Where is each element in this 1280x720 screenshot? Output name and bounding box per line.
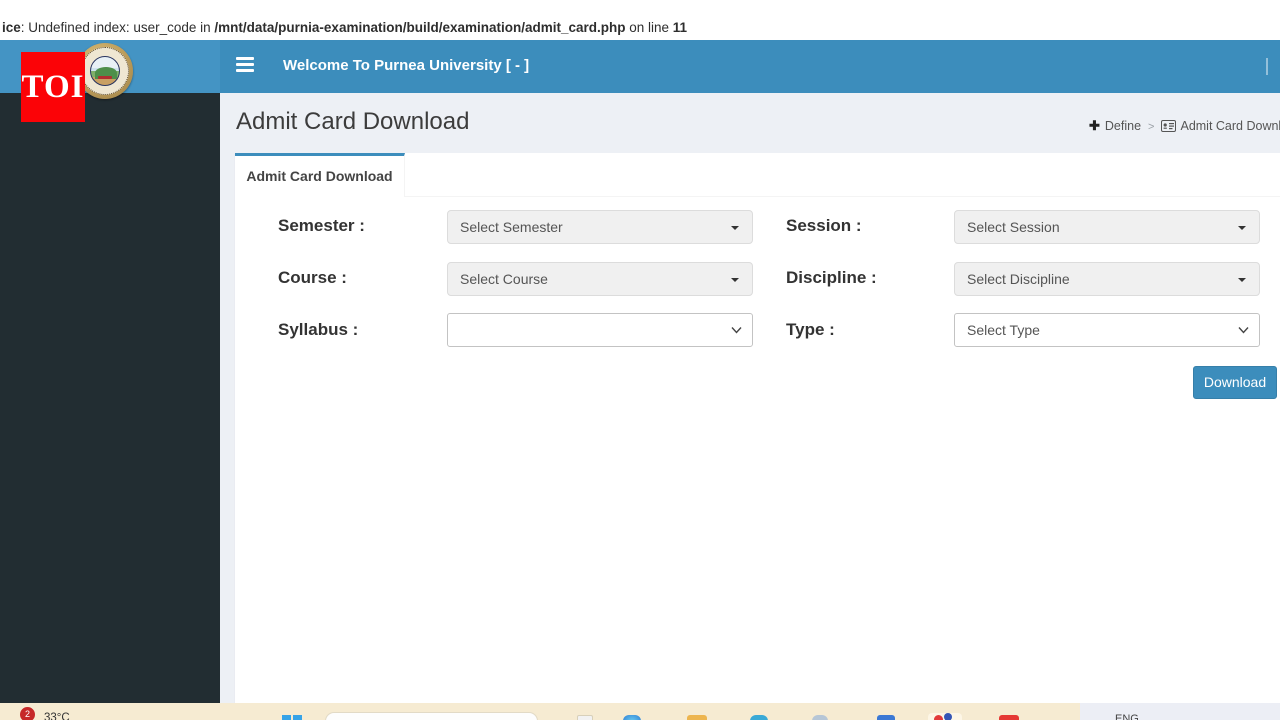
php-notice-bar: ice: Undefined index: user_code in /mnt/… xyxy=(0,0,1280,40)
course-select-value: Select Course xyxy=(460,271,548,287)
type-label: Type : xyxy=(786,320,835,339)
semester-label: Semester : xyxy=(278,216,365,235)
breadcrumb-separator: > xyxy=(1148,121,1155,133)
php-notice-text: ice: Undefined index: user_code in /mnt/… xyxy=(2,20,687,35)
university-seal-logo xyxy=(77,43,133,99)
notice-mid2: on line xyxy=(625,20,673,35)
youtube-icon[interactable] xyxy=(999,715,1019,720)
navbar-title: Welcome To Purnea University [ - ] xyxy=(283,57,530,74)
caret-down-icon xyxy=(1238,278,1246,282)
seal-emblem xyxy=(90,56,120,86)
notice-prefix: ice xyxy=(2,20,21,35)
syllabus-label: Syllabus : xyxy=(278,320,359,339)
toi-watermark-logo: TOI xyxy=(21,52,85,122)
active-app-icon[interactable] xyxy=(928,713,962,720)
discipline-select-value: Select Discipline xyxy=(967,271,1070,287)
tab-admit-card-download[interactable]: Admit Card Download xyxy=(235,153,405,197)
windows-taskbar: 2 33°C ENG xyxy=(0,703,1280,720)
session-label: Session : xyxy=(786,216,862,235)
caret-down-icon xyxy=(731,278,739,282)
breadcrumb-current-page: Admit Card Download xyxy=(1180,119,1280,133)
session-select-value: Select Session xyxy=(967,219,1060,235)
caret-down-icon xyxy=(731,226,739,230)
seal-red-band xyxy=(98,76,112,79)
id-card-icon xyxy=(1161,120,1177,135)
breadcrumb-define-link[interactable]: Define xyxy=(1105,119,1141,133)
navbar-right-cutoff-element xyxy=(1266,58,1268,75)
tab-strip: Admit Card Download xyxy=(235,153,1280,197)
breadcrumb: ✚ Define > Admit Card Download xyxy=(1089,118,1280,135)
caret-down-icon xyxy=(1238,226,1246,230)
weather-badge-icon: 2 xyxy=(20,707,35,720)
top-navbar: Welcome To Purnea University [ - ] xyxy=(220,40,1280,93)
settings-icon[interactable] xyxy=(812,715,828,720)
windows-start-icon[interactable] xyxy=(282,715,304,720)
hamburger-icon[interactable] xyxy=(236,57,256,76)
edge-browser-icon[interactable] xyxy=(623,715,641,720)
main-content: Admit Card Download ✚ Define > Admit Card D… xyxy=(220,93,1280,703)
store-icon[interactable] xyxy=(877,715,895,720)
taskbar-tray-area xyxy=(1080,703,1280,720)
plus-icon: ✚ xyxy=(1089,118,1100,133)
app-header: Welcome To Purnea University [ - ] xyxy=(0,40,1280,93)
notice-mid1: : Undefined index: user_code in xyxy=(20,20,215,35)
discipline-label: Discipline : xyxy=(786,268,877,287)
page-title: Admit Card Download xyxy=(236,108,470,135)
sidebar xyxy=(0,93,220,703)
type-select[interactable]: Select Type xyxy=(954,313,1260,347)
teams-icon[interactable] xyxy=(750,715,768,720)
syllabus-select[interactable] xyxy=(447,313,753,347)
course-label: Course : xyxy=(278,268,347,287)
language-indicator[interactable]: ENG xyxy=(1115,713,1139,720)
admit-card-panel: Admit Card Download Semester : Select Se… xyxy=(235,153,1280,703)
type-select-value: Select Type xyxy=(967,322,1040,338)
notice-line-number: 11 xyxy=(672,20,688,35)
download-button[interactable]: Download xyxy=(1193,366,1277,399)
taskbar-search-input[interactable] xyxy=(325,712,538,720)
notice-path: /mnt/data/purnia-examination/build/exami… xyxy=(214,20,626,35)
course-select[interactable]: Select Course xyxy=(447,262,753,296)
session-select[interactable]: Select Session xyxy=(954,210,1260,244)
task-view-icon[interactable] xyxy=(577,715,593,720)
semester-select[interactable]: Select Semester xyxy=(447,210,753,244)
chevron-down-icon xyxy=(731,327,742,334)
temperature-label: 33°C xyxy=(44,712,70,720)
file-explorer-icon[interactable] xyxy=(687,715,707,720)
discipline-select[interactable]: Select Discipline xyxy=(954,262,1260,296)
chevron-down-icon xyxy=(1238,327,1249,334)
semester-select-value: Select Semester xyxy=(460,219,563,235)
